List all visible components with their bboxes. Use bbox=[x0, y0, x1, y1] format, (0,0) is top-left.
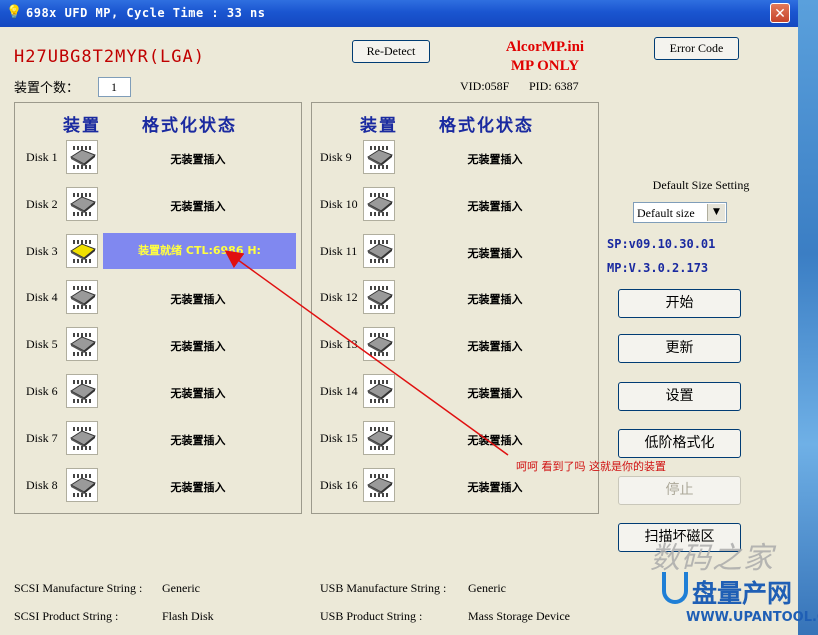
app-window: 💡 698x UFD MP, Cycle Time : 33 ns ✕ H27U… bbox=[0, 0, 818, 635]
watermark-url: WWW.UPANTOOL.COM bbox=[686, 610, 818, 625]
watermark-cn: 数码之家 bbox=[650, 541, 774, 576]
watermark-brand: 盘量产网 bbox=[692, 579, 793, 608]
annotation-text: 呵呵 看到了吗 这就是你的装置 bbox=[516, 460, 666, 473]
watermark-logo: 盘量产网 bbox=[660, 572, 800, 608]
u-disk-logo-icon bbox=[662, 572, 688, 604]
